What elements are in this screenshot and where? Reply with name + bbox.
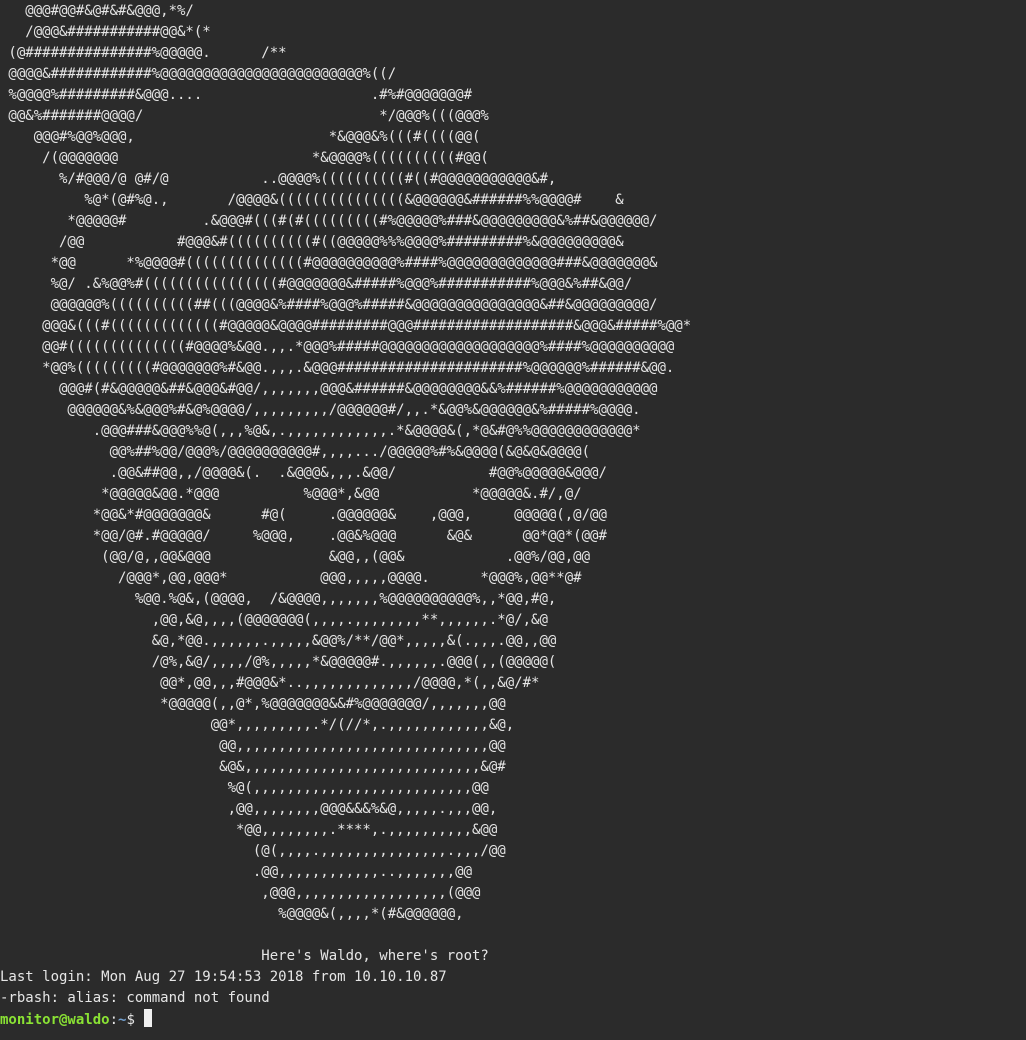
ascii-art-line: %@(,,,,,,,,,,,,,,,,,,,,,,,,,,@@ [0,780,489,796]
ascii-art-line: @@@&(((#(((((((((((((#@@@@@&@@@@########… [0,318,692,334]
ascii-art-line: @@#((((((((((((((#@@@@%&@@.,,.*@@@%#####… [0,339,675,355]
error-text: -rbash: alias: command not found [0,990,270,1006]
ascii-art-line: (@@/@,,@@&@@@ &@@,,(@@& .@@%/@@,@@ [0,549,591,565]
ascii-art-line: *@@@@@&@@.*@@@ %@@@*,&@@ *@@@@@&.#/,@/ [0,486,582,502]
prompt-symbol: $ [126,1012,144,1028]
ascii-art-line: %@@.%@&,(@@@@, /&@@@@,,,,,,,%@@@@@@@@@@%… [0,591,557,607]
ascii-art-line: *@@@@@# .&@@@#(((#(#(((((((((#%@@@@@%###… [0,213,658,229]
ascii-art-line: %/#@@@/@ @#/@ ..@@@@%((((((((((#((#@@@@@… [0,171,557,187]
ascii-art-line: &@&,,,,,,,,,,,,,,,,,,,,,,,,,,,,&@# [0,759,506,775]
ascii-art-line: .@@,,,,,,,,,,,,..,,,,,,,@@ [0,864,473,880]
ascii-art-line: %@@@@&(,,,,*(#&@@@@@@, [0,906,464,922]
ascii-art-line: @@@#@@#&@#&#&@@@,*%/ [0,3,194,19]
prompt-separator: : [109,1012,119,1028]
ascii-art-line: %@*(@#%@., /@@@@&(((((((((((((((&@@@@@@&… [0,192,624,208]
ascii-art-line: /@%,&@/,,,,/@%,,,,,*&@@@@@#.,,,,,,.@@@(,… [0,654,557,670]
ascii-art-line: *@@,,,,,,,,.****,.,,,,,,,,,,&@@ [0,822,498,838]
ascii-art-line: @@,,,,,,,,,,,,,,,,,,,,,,,,,,,,,,@@ [0,738,506,754]
ascii-art-line: @@@@@@&%&@@@%#&@%@@@@/,,,,,,,,,/@@@@@@#/… [0,402,641,418]
ascii-art-line: @@%##%@@/@@@%/@@@@@@@@@@#,,,,.../@@@@@%#… [0,444,591,460]
ascii-art-line: @@@@&############%@@@@@@@@@@@@@@@@@@@@@@… [0,66,397,82]
prompt-user-host: monitor@waldo [0,1012,110,1028]
ascii-art-line: @@@#%@@%@@@, *&@@@&%(((#((((@@( [0,129,481,145]
ascii-art-line: /@@@*,@@,@@@* @@@,,,,,@@@@. *@@@%,@@**@# [0,570,582,586]
ascii-art-line: (@###############%@@@@@. /** [0,45,287,61]
text-cursor[interactable] [144,1009,153,1027]
ascii-art-line: %@@@@%#########&@@@.... .#%#@@@@@@@# [0,87,473,103]
ascii-art-line: (@(,,,,.,,,,,,,,,,,,,,,.,,,/@@ [0,843,506,859]
ascii-art-line: ,@@,&@,,,,(@@@@@@@(,,,,.,,,,,,,,**,,,,,,… [0,612,548,628]
ascii-art-line: *@@%(((((((((#@@@@@@@%#&@@.,,,.&@@@#####… [0,360,675,376]
ascii-art-line: ,@@@,,,,,,,,,,,,,,,,,,(@@@ [0,885,481,901]
command-prompt[interactable]: monitor@waldo:~$ [0,1009,1026,1030]
ascii-art-line: *@@/@#.#@@@@@/ %@@@, .@@&%@@@ &@& @@*@@*… [0,528,607,544]
ascii-art-line: .@@&##@@,,/@@@@&(. .&@@@&,,,.&@@/ #@@%@@… [0,465,607,481]
ascii-art: @@@#@@#&@#&#&@@@,*%/ /@@@&###########@@&… [0,0,1026,925]
terminal-window[interactable]: @@@#@@#&@#&#&@@@,*%/ /@@@&###########@@&… [0,0,1026,1040]
ascii-art-line: /@@@&###########@@&*(* [0,24,211,40]
ascii-art-line: *@@@@@(,,@*,%@@@@@@@&&#%@@@@@@@/,,,,,,,@… [0,696,506,712]
ascii-art-line: @@*,@@,,,#@@@&*..,,,,,,,,,,,,,/@@@@,*(,,… [0,675,540,691]
ascii-art-line: ,@@,,,,,,,,@@@&&&%&@,,,,,.,,,@@, [0,801,498,817]
ascii-art-line: *@@ *%@@@@#((((((((((((((#@@@@@@@@@@%###… [0,255,658,271]
ascii-art-line: @@@#(#&@@@@@&##&@@@&#@@/,,,,,,,@@@&#####… [0,381,658,397]
banner-text: Here's Waldo, where's root? [0,948,489,964]
ascii-art-line: /(@@@@@@@ *&@@@@%((((((((((#@@( [0,150,489,166]
ascii-art-line: .@@@###&@@@%%@(,,,%@&,.,,,,,,,,,,,,.*&@@… [0,423,641,439]
ascii-art-line: &@,*@@.,,,,,,.,,,,,&@@%/**/@@*,,,,,&(.,,… [0,633,557,649]
ascii-art-line: @@*,,,,,,,,,.*/(//*,.,,,,,,,,,,,,&@, [0,717,515,733]
ascii-art-line: *@@&*#@@@@@@@& #@( .@@@@@@& ,@@@, @@@@@(… [0,507,607,523]
ascii-art-line: %@/ .&%@@%#((((((((((((((((#@@@@@@@&####… [0,276,633,292]
ascii-art-line: @@&%#######@@@@/ */@@@%(((@@@% [0,108,489,124]
ascii-art-line: @@@@@@%((((((((((##(((@@@@&%####%@@@%###… [0,297,658,313]
last-login-text: Last login: Mon Aug 27 19:54:53 2018 fro… [0,969,447,985]
ascii-art-line: /@@ #@@@&#((((((((((#((@@@@@%%%@@@@%####… [0,234,624,250]
